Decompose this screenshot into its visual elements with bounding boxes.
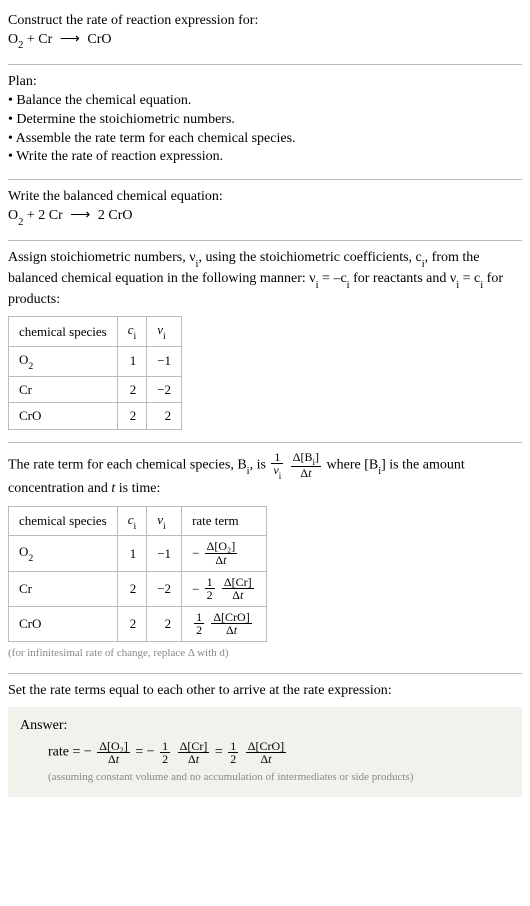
divider: [8, 179, 522, 180]
col-vi: νi: [147, 506, 182, 536]
fraction: Δ[O₂] Δt: [205, 540, 238, 566]
col-ci: ci: [117, 317, 147, 347]
col-species: chemical species: [9, 506, 118, 536]
cell-rate: − Δ[O₂] Δt: [182, 536, 267, 571]
rateterm-note: (for infinitesimal rate of change, repla…: [8, 646, 522, 661]
fraction: Δ[Bi] Δt: [291, 451, 321, 480]
plan-item: Assemble the rate term for each chemical…: [8, 130, 522, 149]
balanced-intro: Write the balanced chemical equation:: [8, 188, 522, 207]
prompt-text: Construct the rate of reaction expressio…: [8, 12, 522, 31]
plan-list: Balance the chemical equation. Determine…: [8, 92, 522, 168]
final-section: Set the rate terms equal to each other t…: [8, 676, 522, 797]
species-o2: O2: [8, 32, 23, 47]
cell-species: CrO: [9, 606, 118, 641]
divider: [8, 673, 522, 674]
cell-ci: 1: [117, 536, 147, 571]
fraction: Δ[Cr]Δt: [222, 576, 254, 602]
table-row: CrO 2 2 12 Δ[CrO]Δt: [9, 606, 267, 641]
cell-species: Cr: [9, 571, 118, 606]
cell-rate: − 12 Δ[Cr]Δt: [182, 571, 267, 606]
divider: [8, 240, 522, 241]
fraction: 12: [194, 611, 204, 637]
fraction: 12: [228, 740, 238, 766]
plan-title: Plan:: [8, 73, 522, 92]
divider: [8, 442, 522, 443]
rateterm-table: chemical species ci νi rate term O2 1 −1…: [8, 506, 267, 642]
fraction: 12: [205, 576, 215, 602]
table-row: CrO 2 2: [9, 403, 182, 430]
fraction: Δ[CrO]Δt: [246, 740, 286, 766]
rateterm-intro: The rate term for each chemical species,…: [8, 451, 522, 500]
stoich-intro: Assign stoichiometric numbers, νi, using…: [8, 249, 522, 310]
fraction: Δ[Cr]Δt: [178, 740, 210, 766]
table-row: O2 1 −1: [9, 346, 182, 376]
stoich-section: Assign stoichiometric numbers, νi, using…: [8, 243, 522, 439]
unbalanced-equation: O2 + Cr ⟶ CrO: [8, 31, 522, 52]
cell-ci: 2: [117, 606, 147, 641]
col-rate: rate term: [182, 506, 267, 536]
table-row: Cr 2 −2 − 12 Δ[Cr]Δt: [9, 571, 267, 606]
balanced-equation: O2 + 2 Cr ⟶ 2 CrO: [8, 207, 522, 228]
col-vi: νi: [147, 317, 182, 347]
reaction-arrow-icon: ⟶: [66, 208, 94, 223]
cell-species: O2: [9, 536, 118, 571]
cell-vi: −1: [147, 536, 182, 571]
cell-species: O2: [9, 346, 118, 376]
cell-vi: 2: [147, 403, 182, 430]
col-ci: ci: [117, 506, 147, 536]
rateterm-section: The rate term for each chemical species,…: [8, 445, 522, 671]
cell-vi: −2: [147, 376, 182, 403]
fraction: Δ[CrO]Δt: [211, 611, 251, 637]
table-header-row: chemical species ci νi: [9, 317, 182, 347]
cell-ci: 2: [117, 403, 147, 430]
rate-expression: rate = − Δ[O₂]Δt = − 12 Δ[Cr]Δt = 12 Δ[C…: [20, 740, 510, 766]
answer-label: Answer:: [20, 717, 510, 736]
cell-ci: 1: [117, 346, 147, 376]
plan-item: Balance the chemical equation.: [8, 92, 522, 111]
final-intro: Set the rate terms equal to each other t…: [8, 682, 522, 701]
reaction-arrow-icon: ⟶: [56, 32, 84, 47]
cell-ci: 2: [117, 571, 147, 606]
prompt-section: Construct the rate of reaction expressio…: [8, 6, 522, 62]
table-header-row: chemical species ci νi rate term: [9, 506, 267, 536]
plan-item: Write the rate of reaction expression.: [8, 148, 522, 167]
cell-species: CrO: [9, 403, 118, 430]
answer-note: (assuming constant volume and no accumul…: [20, 770, 510, 785]
fraction: 12: [160, 740, 170, 766]
cell-species: Cr: [9, 376, 118, 403]
balanced-section: Write the balanced chemical equation: O2…: [8, 182, 522, 238]
species-o2: O2: [8, 208, 23, 223]
cell-rate: 12 Δ[CrO]Δt: [182, 606, 267, 641]
cell-vi: −2: [147, 571, 182, 606]
plan-item: Determine the stoichiometric numbers.: [8, 111, 522, 130]
stoich-table: chemical species ci νi O2 1 −1 Cr 2 −2 C…: [8, 316, 182, 430]
cell-vi: −1: [147, 346, 182, 376]
table-row: Cr 2 −2: [9, 376, 182, 403]
col-species: chemical species: [9, 317, 118, 347]
cell-vi: 2: [147, 606, 182, 641]
cell-ci: 2: [117, 376, 147, 403]
table-row: O2 1 −1 − Δ[O₂] Δt: [9, 536, 267, 571]
fraction: Δ[O₂]Δt: [97, 740, 130, 766]
answer-box: Answer: rate = − Δ[O₂]Δt = − 12 Δ[Cr]Δt …: [8, 707, 522, 797]
divider: [8, 64, 522, 65]
fraction: 1 νi: [271, 451, 283, 480]
plan-section: Plan: Balance the chemical equation. Det…: [8, 67, 522, 177]
